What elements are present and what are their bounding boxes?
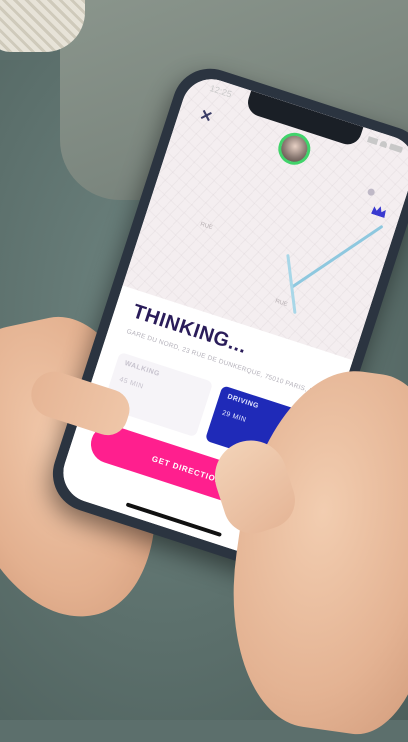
route-line [290,224,384,289]
map-street-label: RUE [274,298,289,309]
map-street-label: RUE [199,221,214,232]
user-avatar[interactable] [274,128,315,169]
close-button[interactable]: ✕ [195,106,218,129]
crown-icon[interactable] [371,204,387,218]
close-icon: ✕ [197,106,215,127]
map-pin-icon [366,187,376,197]
